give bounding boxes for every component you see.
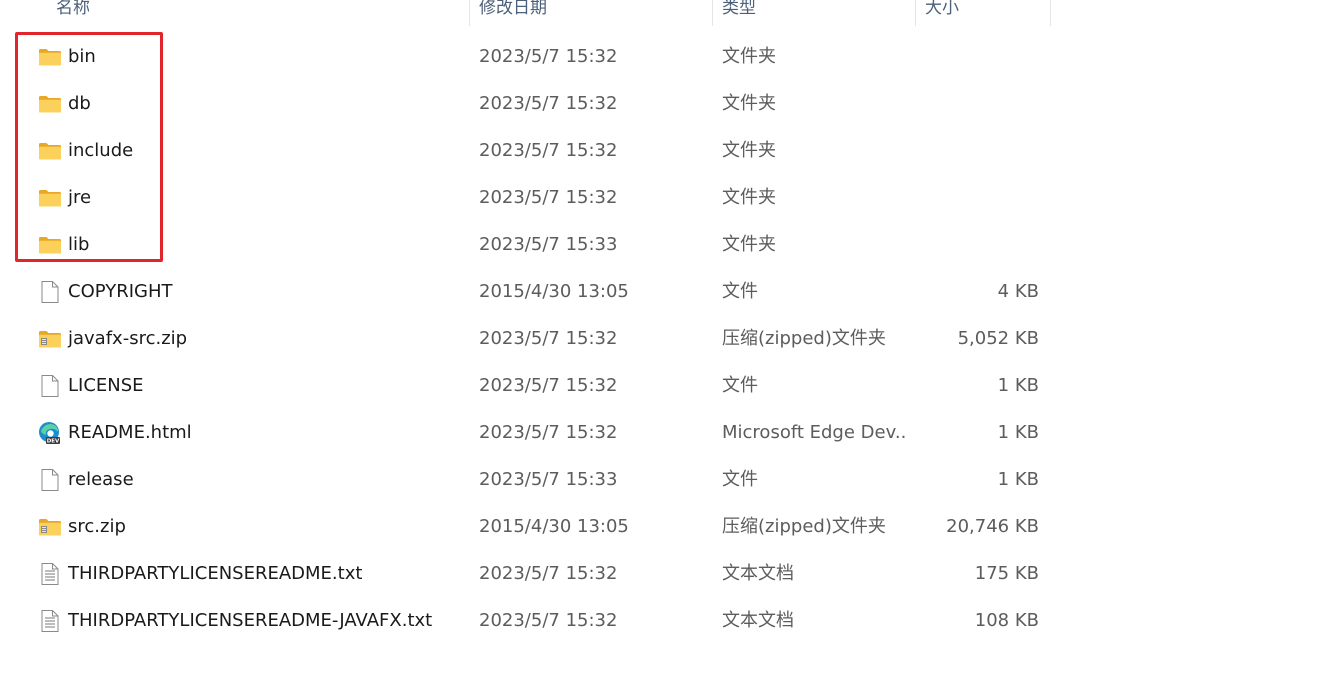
- file-date-modified: 2023/5/7 15:32: [479, 140, 618, 161]
- file-date-modified: 2023/5/7 15:32: [479, 563, 618, 584]
- file-type: 文本文档: [722, 610, 794, 631]
- zip-folder-icon: [38, 327, 62, 351]
- column-header-type[interactable]: 类型: [722, 0, 756, 24]
- file-type: 文件: [722, 469, 758, 490]
- file-size: 1 KB: [997, 375, 1039, 396]
- file-date-modified: 2015/4/30 13:05: [479, 281, 629, 302]
- file-date-modified: 2023/5/7 15:32: [479, 187, 618, 208]
- file-name: src.zip: [68, 516, 126, 537]
- file-date-modified: 2023/5/7 15:32: [479, 93, 618, 114]
- column-divider[interactable]: [712, 0, 713, 26]
- file-icon: [38, 468, 62, 492]
- file-date-modified: 2023/5/7 15:32: [479, 375, 618, 396]
- file-size: 4 KB: [997, 281, 1039, 302]
- folder-icon: [38, 45, 62, 69]
- file-date-modified: 2023/5/7 15:33: [479, 469, 618, 490]
- file-name: db: [68, 93, 91, 114]
- edge-dev-icon: DEV: [38, 421, 62, 445]
- file-row[interactable]: DEV README.html 2023/5/7 15:32 Microsoft E…: [0, 409, 1052, 456]
- file-date-modified: 2023/5/7 15:32: [479, 422, 618, 443]
- file-size: 1 KB: [997, 422, 1039, 443]
- text-file-icon: [38, 562, 62, 586]
- file-name: COPYRIGHT: [68, 281, 173, 302]
- file-row[interactable]: jre 2023/5/7 15:32 文件夹: [0, 174, 1052, 221]
- file-name: include: [68, 140, 134, 161]
- file-date-modified: 2023/5/7 15:32: [479, 46, 618, 67]
- folder-icon: [38, 186, 62, 210]
- file-row[interactable]: javafx-src.zip 2023/5/7 15:32 压缩(zipped)文件…: [0, 315, 1052, 362]
- file-type: 文件夹: [722, 93, 776, 114]
- file-date-modified: 2023/5/7 15:33: [479, 234, 618, 255]
- file-type: 压缩(zipped)文件夹: [722, 516, 886, 537]
- zip-folder-icon: [38, 515, 62, 539]
- file-size: 20,746 KB: [946, 516, 1039, 537]
- file-type: 文件: [722, 281, 758, 302]
- file-name: THIRDPARTYLICENSEREADME-JAVAFX.txt: [68, 610, 433, 631]
- file-row[interactable]: src.zip 2015/4/30 13:05 压缩(zipped)文件夹 20,74…: [0, 503, 1052, 550]
- column-header-row: 名称 修改日期 类型 大小: [0, 0, 1052, 26]
- folder-icon: [38, 92, 62, 116]
- column-divider[interactable]: [915, 0, 916, 26]
- file-date-modified: 2023/5/7 15:32: [479, 328, 618, 349]
- svg-text:DEV: DEV: [47, 439, 60, 445]
- file-size: 1 KB: [997, 469, 1039, 490]
- file-name: release: [68, 469, 134, 490]
- column-header-name[interactable]: 名称: [56, 0, 90, 24]
- column-header-date[interactable]: 修改日期: [479, 0, 547, 24]
- column-header-size[interactable]: 大小: [925, 0, 959, 24]
- file-row[interactable]: COPYRIGHT 2015/4/30 13:05 文件 4 KB: [0, 268, 1052, 315]
- file-name: LICENSE: [68, 375, 144, 396]
- file-type: 压缩(zipped)文件夹: [722, 328, 886, 349]
- file-date-modified: 2023/5/7 15:32: [479, 610, 618, 631]
- file-type: 文本文档: [722, 563, 794, 584]
- text-file-icon: [38, 609, 62, 633]
- column-divider[interactable]: [469, 0, 470, 26]
- folder-icon: [38, 233, 62, 257]
- file-type: 文件夹: [722, 140, 776, 161]
- file-type: 文件: [722, 375, 758, 396]
- file-row[interactable]: LICENSE 2023/5/7 15:32 文件 1 KB: [0, 362, 1052, 409]
- file-icon: [38, 374, 62, 398]
- file-name: javafx-src.zip: [68, 328, 188, 349]
- file-type: 文件夹: [722, 187, 776, 208]
- folder-icon: [38, 139, 62, 163]
- file-row[interactable]: THIRDPARTYLICENSEREADME.txt 2023/5/7 15:3…: [0, 550, 1052, 597]
- file-name: README.html: [68, 422, 192, 443]
- file-row[interactable]: db 2023/5/7 15:32 文件夹: [0, 80, 1052, 127]
- file-type: 文件夹: [722, 46, 776, 67]
- file-size: 5,052 KB: [957, 328, 1039, 349]
- file-row[interactable]: include 2023/5/7 15:32 文件夹: [0, 127, 1052, 174]
- file-name: THIRDPARTYLICENSEREADME.txt: [68, 563, 363, 584]
- file-row[interactable]: THIRDPARTYLICENSEREADME-JAVAFX.txt 2023/5…: [0, 597, 1052, 644]
- file-name: lib: [68, 234, 90, 255]
- file-size: 108 KB: [974, 610, 1039, 631]
- file-type: 文件夹: [722, 234, 776, 255]
- file-icon: [38, 280, 62, 304]
- file-row[interactable]: bin 2023/5/7 15:32 文件夹: [0, 33, 1052, 80]
- file-name: bin: [68, 46, 96, 67]
- file-size: 175 KB: [974, 563, 1039, 584]
- file-date-modified: 2015/4/30 13:05: [479, 516, 629, 537]
- column-divider[interactable]: [1050, 0, 1051, 26]
- file-row[interactable]: release 2023/5/7 15:33 文件 1 KB: [0, 456, 1052, 503]
- file-type: Microsoft Edge Dev...: [722, 422, 908, 443]
- file-name: jre: [68, 187, 92, 208]
- file-row[interactable]: lib 2023/5/7 15:33 文件夹: [0, 221, 1052, 268]
